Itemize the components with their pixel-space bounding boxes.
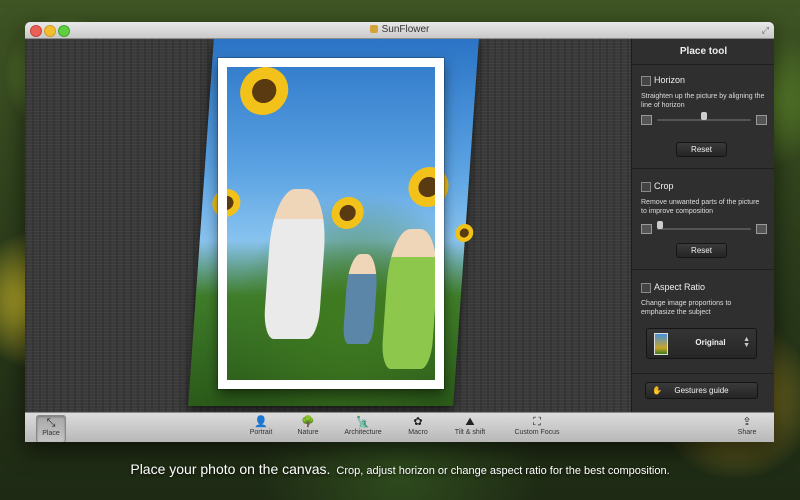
hand-icon: ✋ <box>652 386 662 395</box>
crop-reset-button[interactable]: Reset <box>676 243 727 258</box>
tree-icon: 🌳 <box>301 416 315 428</box>
crop-slider-track[interactable] <box>657 228 751 230</box>
aspect-ratio-select[interactable]: Original ▲ ▼ <box>646 328 757 359</box>
portrait-tool-button[interactable]: 👤 Portrait <box>243 415 279 441</box>
aspect-ratio-checkbox[interactable] <box>641 283 651 293</box>
crop-slider[interactable] <box>641 221 767 234</box>
place-tool-panel: Place tool Horizon Straighten up the pic… <box>631 39 774 412</box>
statue-icon: 🗽 <box>356 416 370 428</box>
horizon-checkbox[interactable] <box>641 76 651 86</box>
crop-label: Crop <box>654 181 674 191</box>
person-icon: 👤 <box>254 416 268 428</box>
app-window: SunFlower ⤢ Place tool Horizon Straighte… <box>25 22 774 442</box>
promo-caption: Place your photo on the canvas. Crop, adj… <box>0 461 800 479</box>
aspect-ratio-value: Original <box>695 338 726 347</box>
architecture-tool-button[interactable]: 🗽 Architecture <box>337 415 389 441</box>
photo-canvas[interactable] <box>25 39 631 412</box>
share-button[interactable]: ⇪ Share <box>733 415 761 441</box>
window-title: SunFlower <box>25 24 774 35</box>
aspect-ratio-section: Aspect Ratio Change image proportions to… <box>632 270 774 374</box>
crop-section: Crop Remove unwanted parts of the pictur… <box>632 169 774 270</box>
flower-icon: ✿ <box>413 416 423 428</box>
tilt-shift-icon: ⛰ <box>465 416 475 428</box>
app-icon <box>369 25 378 33</box>
panel-title: Place tool <box>632 39 774 65</box>
custom-focus-tool-button[interactable]: ⛶ Custom Focus <box>509 415 565 441</box>
aspect-thumbnail <box>654 333 668 355</box>
horizon-slider-knob[interactable] <box>701 112 707 120</box>
crop-frame[interactable] <box>218 58 444 389</box>
macro-tool-button[interactable]: ✿ Macro <box>403 415 433 441</box>
aspect-ratio-description: Change image proportions to emphasize th… <box>641 300 732 316</box>
crop-slider-knob[interactable] <box>657 221 663 229</box>
crop-large-icon <box>756 224 767 234</box>
crop-checkbox[interactable] <box>641 182 651 192</box>
horizon-section: Horizon Straighten up the picture by ali… <box>632 65 774 169</box>
caption-headline: Place your photo on the canvas. <box>130 461 331 477</box>
crop-description: Remove unwanted parts of the picture to … <box>641 199 760 215</box>
gestures-guide-button[interactable]: ✋ Gestures guide <box>645 382 758 399</box>
tilt-shift-tool-button[interactable]: ⛰ Tilt & shift <box>448 415 492 441</box>
select-arrows-icon: ▲ ▼ <box>743 336 750 349</box>
rotate-right-icon <box>756 115 767 125</box>
horizon-description: Straighten up the picture by aligning th… <box>641 93 765 109</box>
move-arrows-icon: ⤡ <box>46 417 56 429</box>
sunflower-image <box>454 224 474 242</box>
place-tool-button[interactable]: ⤡ Place <box>36 415 66 442</box>
crop-small-icon <box>641 224 652 234</box>
fullscreen-icon[interactable]: ⤢ <box>762 25 769 36</box>
aspect-ratio-label: Aspect Ratio <box>654 282 706 292</box>
bottom-toolbar: ⤡ Place 👤 Portrait 🌳 Nature 🗽 Architectu… <box>25 412 774 442</box>
focus-frame-icon: ⛶ <box>533 416 541 428</box>
share-arrow-icon: ⇪ <box>742 416 752 428</box>
horizon-label: Horizon <box>654 75 686 85</box>
horizon-reset-button[interactable]: Reset <box>676 142 727 157</box>
nature-tool-button[interactable]: 🌳 Nature <box>292 415 324 441</box>
title-bar: SunFlower ⤢ <box>25 22 774 39</box>
rotate-left-icon <box>641 115 652 125</box>
horizon-slider[interactable] <box>641 112 767 125</box>
caption-subline: Crop, adjust horizon or change aspect ra… <box>336 465 670 477</box>
